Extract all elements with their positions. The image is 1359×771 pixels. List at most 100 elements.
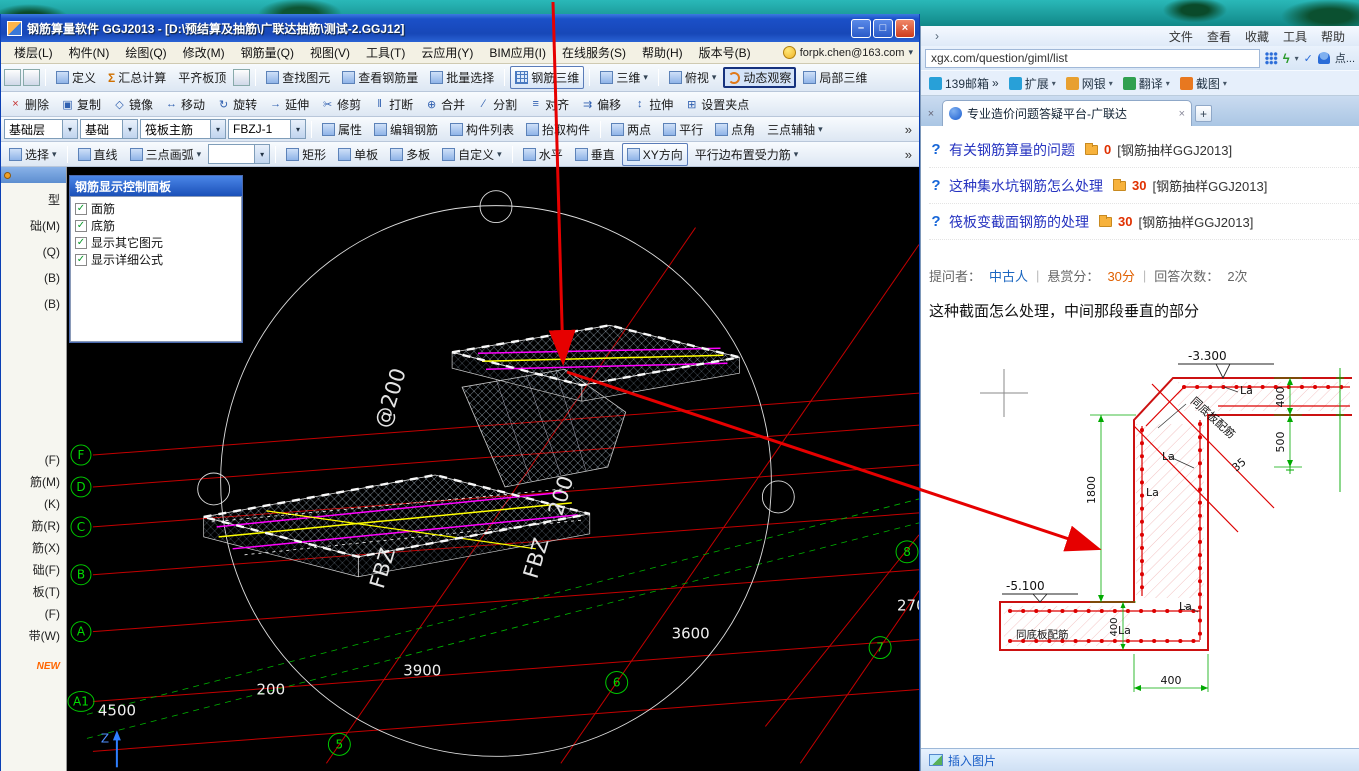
maximize-button[interactable]: □ [873, 19, 893, 38]
chevron-down-icon[interactable]: ▾ [290, 120, 305, 138]
account-person-icon[interactable] [1318, 52, 1330, 64]
toolbar-overflow-button[interactable]: » [901, 147, 916, 162]
chevron-icon[interactable]: › [935, 29, 939, 43]
view-rebar-qty-button[interactable]: 查看钢筋量 [337, 66, 423, 89]
panel-checkbox-item[interactable]: ✓ 面筋 [75, 200, 237, 217]
menu-item[interactable]: 绘图(Q) [118, 42, 173, 63]
edit-tool-button[interactable]: × 删除 [4, 93, 54, 116]
edit-tool-button[interactable]: ↕ 拉伸 [628, 93, 678, 116]
sidebar-tree-item[interactable]: 板(T) [1, 581, 66, 603]
summarize-button[interactable]: Σ 汇总计算 [103, 66, 171, 89]
panel-checkbox-item[interactable]: ✓ 显示其它图元 [75, 234, 237, 251]
edit-tool-button[interactable]: ▣ 复制 [56, 93, 106, 116]
edit-tool-button[interactable]: ⊕ 合并 [420, 93, 470, 116]
context-tool-button[interactable]: 编辑钢筋 [369, 118, 443, 141]
vertical-tool-button[interactable]: 垂直 [570, 143, 620, 166]
single-slab-button[interactable]: 单板 [333, 143, 383, 166]
checkbox-checked-icon[interactable]: ✓ [75, 220, 87, 232]
menu-item[interactable]: 在线服务(S) [555, 42, 633, 63]
account-email[interactable]: forpk.chen@163.com [800, 47, 905, 59]
define-button[interactable]: 定义 [51, 66, 101, 89]
context-tool-button[interactable]: 属性 [317, 118, 367, 141]
section-detail-figure[interactable]: 400 500 1800 400 [938, 340, 1352, 730]
menu-item[interactable]: 版本号(B) [692, 42, 758, 63]
menu-item[interactable]: 修改(M) [176, 42, 232, 63]
rebar-display-panel[interactable]: 钢筋显示控制面板 ✓ 面筋 ✓ 底筋 [69, 175, 243, 343]
apps-grid-icon[interactable] [1265, 52, 1278, 65]
arc3-tool-button[interactable]: 三点画弧 ▾ [125, 143, 207, 166]
horizontal-tool-button[interactable]: 水平 [518, 143, 568, 166]
extension-button[interactable]: 截图 ▾ [1180, 75, 1227, 92]
menu-item[interactable]: 钢筋量(Q) [234, 42, 301, 63]
rebar-display-panel-titlebar[interactable]: 钢筋显示控制面板 [70, 176, 242, 196]
edit-tool-button[interactable]: ✂ 修剪 [316, 93, 366, 116]
email-dropdown-icon[interactable]: ▾ [908, 47, 913, 58]
browser-menu-item[interactable]: 文件 [1169, 28, 1193, 45]
smiley-icon[interactable] [783, 46, 796, 59]
check-icon[interactable]: ✓ [1304, 52, 1313, 65]
chevron-down-icon[interactable]: ▾ [197, 149, 202, 160]
checkbox-checked-icon[interactable]: ✓ [75, 237, 87, 249]
chevron-down-icon[interactable]: ▾ [122, 120, 137, 138]
open-project-icon[interactable] [23, 69, 40, 86]
sidebar-header[interactable] [1, 167, 66, 183]
sidebar-tree-item[interactable]: 筋(X) [1, 537, 66, 559]
sidebar-tree-item[interactable]: 筋(R) [1, 515, 66, 537]
menu-item[interactable]: 楼层(L) [7, 42, 60, 63]
edit-tool-button[interactable]: ≡ 对齐 [524, 93, 574, 116]
sidebar-tree-item[interactable]: 筋(M) [1, 471, 66, 493]
partial-3d-button[interactable]: 局部三维 [798, 66, 872, 89]
floor-select[interactable]: 基础层 ▾ [4, 119, 78, 139]
tool-icon[interactable] [233, 69, 250, 86]
align-slab-top-button[interactable]: 平齐板顶 [173, 66, 231, 89]
sidebar-tree-item[interactable]: (K) [1, 493, 66, 515]
parallel-edge-button[interactable]: 平行边布置受力筋 ▾ [690, 143, 804, 166]
cad-3d-viewport[interactable]: F D C B A A1 5 6 7 8 4500 200 3900 3600 … [67, 167, 919, 771]
question-title-link[interactable]: 筏板变截面钢筋的处理 [949, 212, 1089, 232]
chevron-down-icon[interactable]: ▾ [497, 149, 502, 160]
extension-button[interactable]: 扩展 ▾ [1009, 75, 1056, 92]
chevron-down-icon[interactable]: ▾ [712, 72, 717, 83]
orbit-button[interactable]: 动态观察 [723, 67, 796, 88]
edit-tool-button[interactable]: ⊞ 设置夹点 [680, 93, 754, 116]
find-element-button[interactable]: 查找图元 [261, 66, 335, 89]
checkbox-checked-icon[interactable]: ✓ [75, 254, 87, 266]
menu-item[interactable]: 云应用(Y) [414, 42, 480, 63]
edit-tool-button[interactable]: → 延伸 [264, 93, 314, 116]
new-project-icon[interactable] [4, 69, 21, 86]
account-label[interactable]: 点... [1335, 50, 1355, 66]
element-select[interactable]: FBZJ-1 ▾ [228, 119, 306, 139]
sidebar-tree-item[interactable]: (B) [1, 291, 66, 317]
menu-item[interactable]: 工具(T) [359, 42, 412, 63]
chevron-down-icon[interactable]: ▾ [52, 149, 57, 160]
edit-tool-button[interactable]: ↔ 移动 [160, 93, 210, 116]
edit-tool-button[interactable]: ‖ 打断 [368, 93, 418, 116]
select-tool-button[interactable]: 选择 ▾ [4, 143, 62, 166]
xy-direction-button[interactable]: XY方向 [622, 143, 688, 166]
chevron-down-icon[interactable]: ▾ [62, 120, 77, 138]
pin-icon[interactable] [4, 172, 11, 179]
question-row[interactable]: ? 有关钢筋算量的问题 0 [钢筋抽样GGJ2013] [929, 132, 1359, 168]
browser-menu-item[interactable]: 工具 [1283, 28, 1307, 45]
panel-checkbox-item[interactable]: ✓ 底筋 [75, 217, 237, 234]
batch-select-button[interactable]: 批量选择 [425, 66, 499, 89]
checkbox-checked-icon[interactable]: ✓ [75, 203, 87, 215]
axis-tool-button[interactable]: 两点 [606, 118, 656, 141]
question-title-link[interactable]: 这种集水坑钢筋怎么处理 [949, 176, 1103, 196]
axis-tool-button[interactable]: 平行 [658, 118, 708, 141]
menu-item[interactable]: BIM应用(I) [482, 42, 553, 63]
sidebar-tree-item[interactable]: (F) [1, 603, 66, 625]
sidebar-tree-item[interactable]: (F) [1, 449, 66, 471]
lightning-icon[interactable]: ϟ [1283, 51, 1290, 66]
chevron-down-icon[interactable]: ▾ [1295, 54, 1299, 63]
chevron-down-icon[interactable]: ▾ [818, 124, 823, 135]
sidebar-tree-item[interactable]: 带(W) [1, 625, 66, 647]
question-title-link[interactable]: 有关钢筋算量的问题 [949, 140, 1075, 160]
new-tab-button[interactable]: + [1195, 105, 1212, 122]
context-tool-button[interactable]: 抬取构件 [521, 118, 595, 141]
edit-tool-button[interactable]: ◇ 镜像 [108, 93, 158, 116]
insert-image-button[interactable]: 插入图片 [948, 752, 996, 769]
edit-tool-button[interactable]: ↻ 旋转 [212, 93, 262, 116]
menu-item[interactable]: 帮助(H) [635, 42, 690, 63]
tab-qa-platform[interactable]: 专业造价问题答疑平台-广联达 × [942, 100, 1192, 126]
